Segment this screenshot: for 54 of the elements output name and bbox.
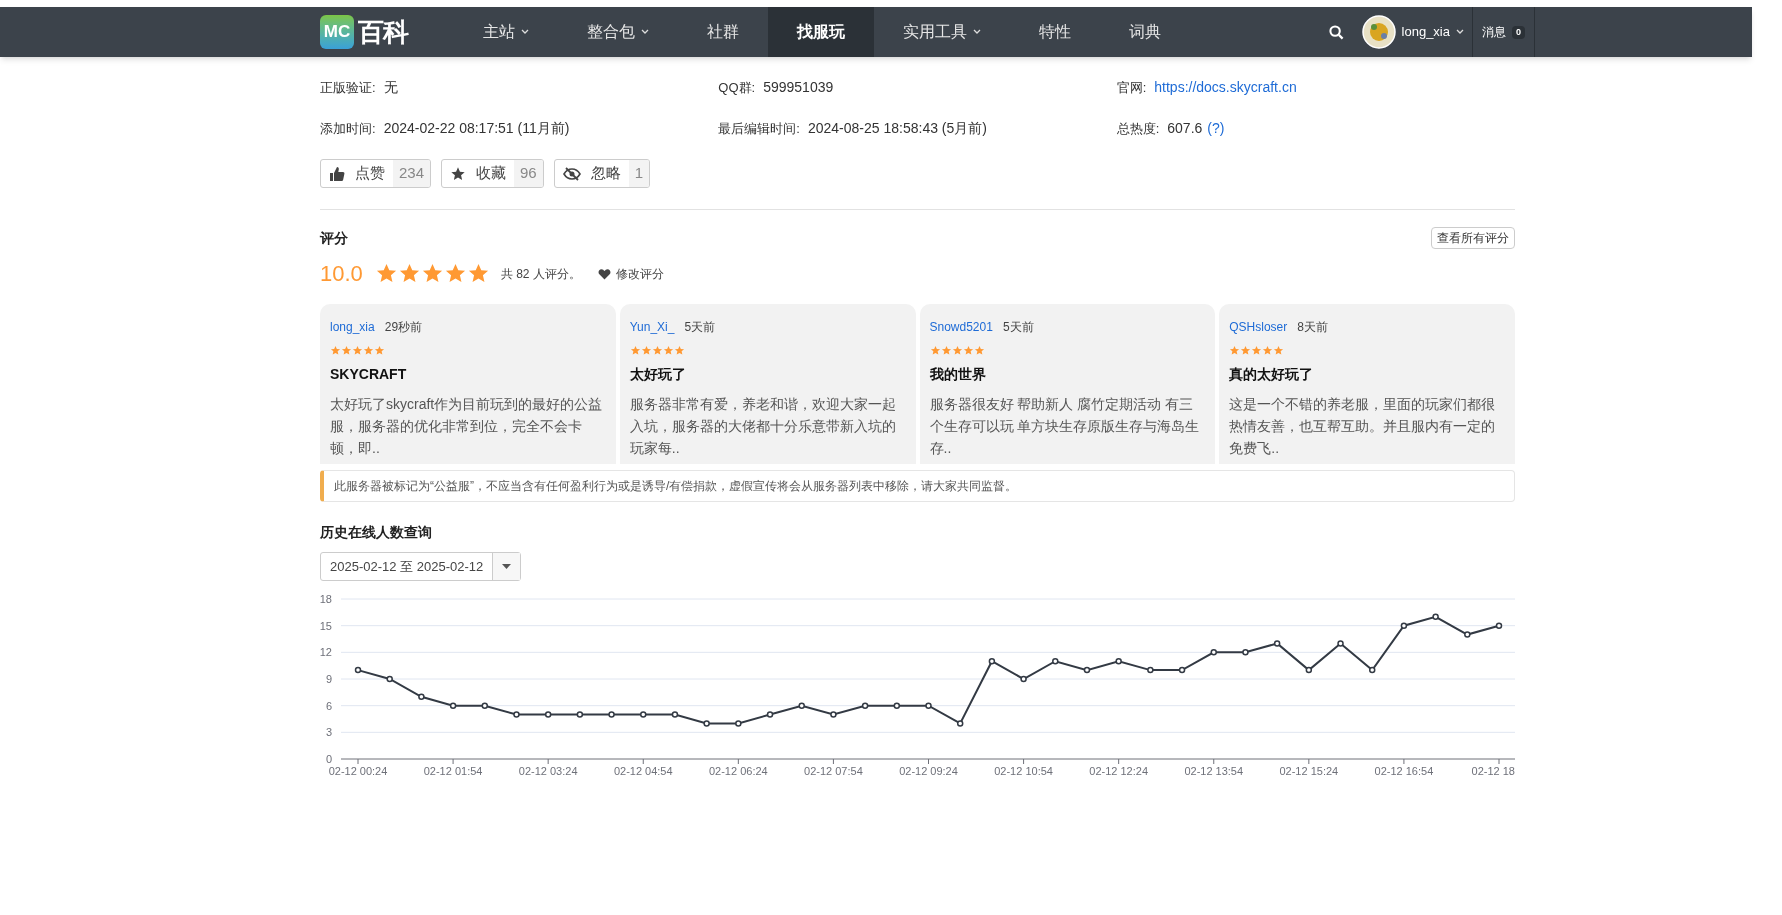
field-value: 599951039 [763, 78, 834, 97]
count-label: 1 [628, 160, 650, 187]
axis-label: 9 [325, 673, 332, 685]
field-label: QQ群: [718, 78, 756, 97]
field-label: 官网: [1116, 78, 1147, 97]
field-value: 607.6 [1167, 119, 1203, 138]
review-time: 5天前 [684, 319, 716, 336]
logo-badge: MC [320, 15, 354, 49]
axis-label: 02-12 03:24 [518, 765, 578, 777]
field-label: 总热度: [1116, 119, 1160, 138]
review-title: 我的世界 [929, 365, 987, 384]
section-title: 历史在线人数查询 [320, 523, 433, 542]
review-text: 太好玩了skycraft作为目前玩到的最好的公益服，服务器的优化非常到位，完全不会卡顿，即.. [330, 395, 604, 458]
review-text: 这是一个不错的养老服，里面的玩家们都很热情友善，也互帮互助。并且服内有一定的免费飞.. [1229, 395, 1497, 458]
axis-label: 15 [320, 619, 332, 632]
axis-label: 02-12 12:24 [1089, 765, 1149, 777]
axis-label: 02-12 13:54 [1184, 765, 1244, 777]
axis-label: 02-12 09:24 [899, 765, 958, 777]
review-time: 29秒前 [384, 319, 423, 336]
axis-label: 02-12 16:54 [1374, 765, 1434, 777]
review-text: 服务器很友好 帮助新人 腐竹定期活动 有三个生存可以玩 单方块生存原版生存与海岛生存.. [929, 395, 1201, 458]
axis-label: 02-12 00:24 [328, 765, 388, 777]
field-value: 2024-08-25 18:58:43 (5月前) [807, 119, 987, 138]
count-label: 234 [393, 160, 431, 187]
axis-label: 02-12 06:24 [708, 765, 768, 777]
count-label: 96 [514, 160, 543, 187]
review-title: 太好玩了 [629, 365, 687, 384]
field-label: 添加时间: [320, 119, 376, 138]
rating-count: 共 82 人评分。 [500, 265, 581, 283]
axis-label: 02-12 18 [1471, 765, 1515, 777]
field-value: 2024-02-22 08:17:51 (11月前) [383, 119, 570, 138]
notice-banner: 此服务器被标记为“公益服”，不应当含有任何盈利行为或是诱导/有偿捐款，虚假宣传将会从服务器列表中移除，请大家共同监督。 [320, 470, 1515, 502]
axis-label: 6 [325, 699, 332, 712]
field-label: 正版验证: [320, 78, 376, 97]
review-title: SKYCRAFT [330, 365, 408, 384]
logo-text: 百科 [358, 15, 409, 49]
review-time: 8天前 [1297, 319, 1328, 336]
axis-label: 02-12 07:54 [804, 765, 863, 777]
axis-label: 12 [320, 646, 332, 659]
section-title: 评分 [320, 228, 348, 248]
review-title: 真的太好玩了 [1229, 365, 1315, 384]
rating-score: 10.0 [320, 260, 363, 288]
review-time: 5天前 [1002, 319, 1034, 336]
axis-label: 02-12 04:54 [613, 765, 673, 777]
count-badge: 0 [1512, 25, 1525, 39]
field-label: 最后编辑时间: [718, 119, 800, 138]
axis-label: 3 [325, 726, 332, 739]
axis-label: 18 [320, 593, 332, 605]
axis-label: 02-12 15:24 [1279, 765, 1339, 777]
axis-label: 02-12 10:54 [994, 765, 1053, 777]
axis-label: 02-12 01:54 [423, 765, 483, 777]
review-text: 服务器非常有爱，养老和谐，欢迎大家一起入坑，服务器的大佬都十分乐意带新入坑的玩家每.. [629, 395, 897, 458]
field-value: 无 [383, 78, 398, 97]
axis-label: 0 [325, 753, 332, 765]
